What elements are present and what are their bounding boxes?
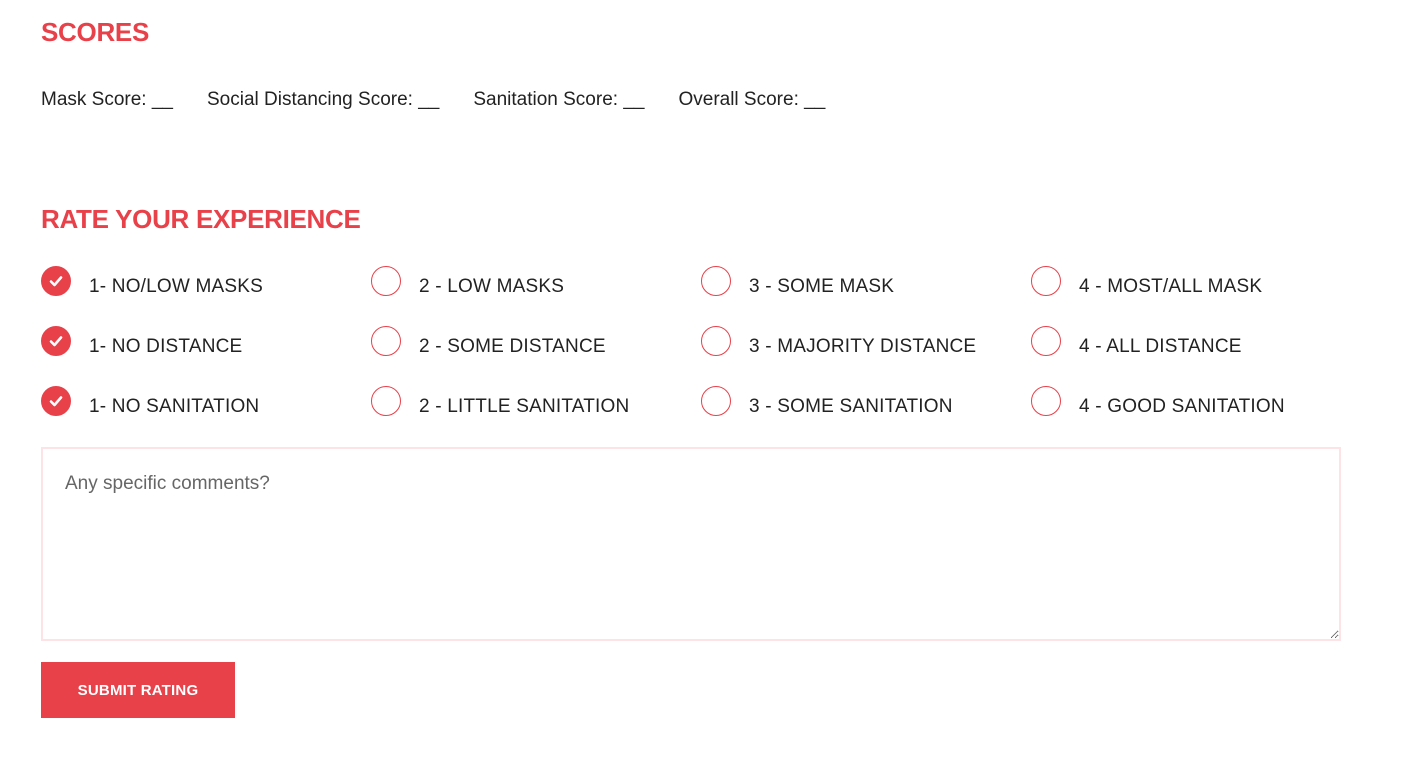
option-label: 4 - MOST/ALL MASK: [1079, 276, 1263, 297]
mask-score: Mask Score: __: [41, 89, 173, 110]
overall-score: Overall Score: __: [678, 89, 826, 110]
option-distance-3[interactable]: 3 - MAJORITY DISTANCE: [701, 326, 976, 359]
option-label: 4 - GOOD SANITATION: [1079, 396, 1285, 417]
rating-row-mask: 1- NO/LOW MASKS 2 - LOW MASKS 3 - SOME M…: [41, 266, 1361, 326]
option-sanitation-2[interactable]: 2 - LITTLE SANITATION: [371, 386, 629, 419]
option-label: 3 - SOME SANITATION: [749, 396, 953, 417]
radio-distance-1[interactable]: [41, 326, 71, 356]
option-label: 3 - MAJORITY DISTANCE: [749, 336, 977, 357]
option-mask-3[interactable]: 3 - SOME MASK: [701, 266, 894, 299]
option-label: 1- NO/LOW MASKS: [89, 276, 264, 297]
scores-row: Mask Score: __ Social Distancing Score: …: [41, 88, 825, 112]
sanitation-score: Sanitation Score: __: [473, 89, 645, 110]
radio-distance-3[interactable]: [701, 326, 731, 356]
option-label: 3 - SOME MASK: [749, 276, 895, 297]
option-label: 1- NO DISTANCE: [89, 336, 243, 357]
radio-distance-2[interactable]: [371, 326, 401, 356]
submit-rating-button[interactable]: SUBMIT RATING: [41, 662, 235, 718]
option-distance-2[interactable]: 2 - SOME DISTANCE: [371, 326, 606, 359]
rating-row-sanitation: 1- NO SANITATION 2 - LITTLE SANITATION 3…: [41, 386, 1361, 446]
option-sanitation-1[interactable]: 1- NO SANITATION: [41, 386, 259, 419]
radio-mask-4[interactable]: [1031, 266, 1061, 296]
comments-textarea[interactable]: [41, 447, 1341, 641]
checkmark-icon: [49, 336, 63, 347]
radio-sanitation-1[interactable]: [41, 386, 71, 416]
option-distance-4[interactable]: 4 - ALL DISTANCE: [1031, 326, 1242, 359]
radio-mask-2[interactable]: [371, 266, 401, 296]
option-label: 1- NO SANITATION: [89, 396, 260, 417]
option-mask-2[interactable]: 2 - LOW MASKS: [371, 266, 564, 299]
option-label: 2 - LOW MASKS: [419, 276, 565, 297]
radio-sanitation-2[interactable]: [371, 386, 401, 416]
rate-experience-heading: RATE YOUR EXPERIENCE: [41, 204, 361, 234]
rating-grid: 1- NO/LOW MASKS 2 - LOW MASKS 3 - SOME M…: [41, 266, 1361, 446]
radio-distance-4[interactable]: [1031, 326, 1061, 356]
option-distance-1[interactable]: 1- NO DISTANCE: [41, 326, 242, 359]
social-distancing-score: Social Distancing Score: __: [207, 89, 440, 110]
option-sanitation-4[interactable]: 4 - GOOD SANITATION: [1031, 386, 1285, 419]
checkmark-icon: [49, 276, 63, 287]
option-mask-1[interactable]: 1- NO/LOW MASKS: [41, 266, 263, 299]
option-label: 2 - LITTLE SANITATION: [419, 396, 630, 417]
radio-sanitation-4[interactable]: [1031, 386, 1061, 416]
rating-row-distance: 1- NO DISTANCE 2 - SOME DISTANCE 3 - MAJ…: [41, 326, 1361, 386]
option-mask-4[interactable]: 4 - MOST/ALL MASK: [1031, 266, 1262, 299]
radio-sanitation-3[interactable]: [701, 386, 731, 416]
radio-mask-1[interactable]: [41, 266, 71, 296]
option-label: 2 - SOME DISTANCE: [419, 336, 606, 357]
option-sanitation-3[interactable]: 3 - SOME SANITATION: [701, 386, 953, 419]
radio-mask-3[interactable]: [701, 266, 731, 296]
checkmark-icon: [49, 396, 63, 407]
option-label: 4 - ALL DISTANCE: [1079, 336, 1242, 357]
scores-heading: SCORES: [41, 17, 150, 47]
